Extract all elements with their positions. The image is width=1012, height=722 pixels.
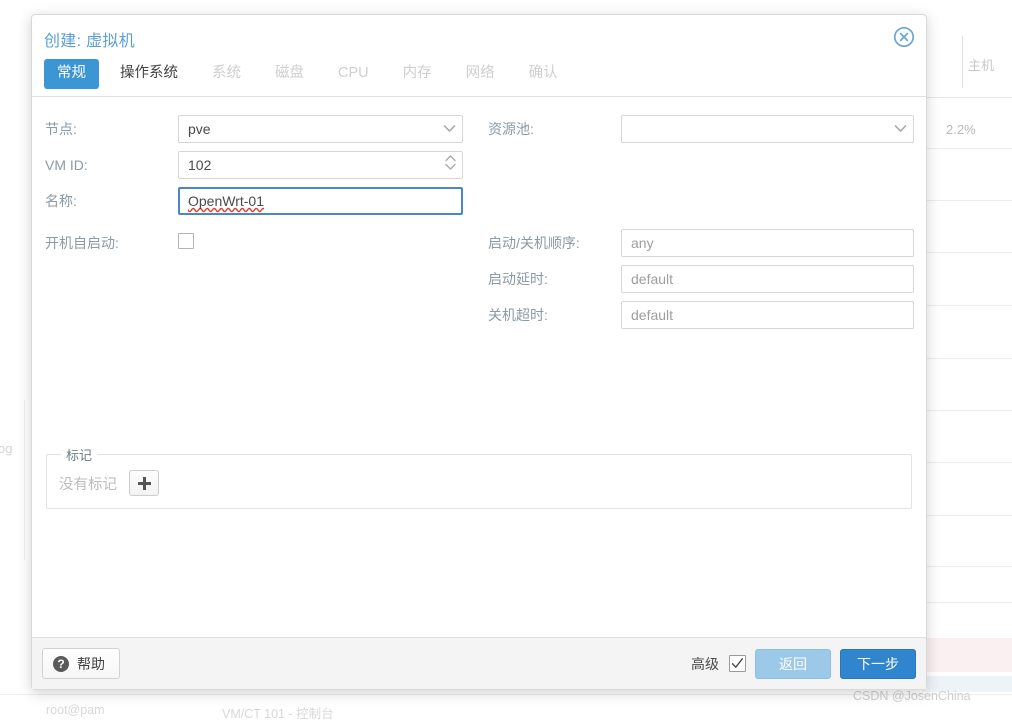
- dialog-tabs: 常规 操作系统 系统 磁盘 CPU 内存 网络 确认: [32, 59, 926, 97]
- tab-network: 网络: [453, 59, 508, 89]
- close-circle-icon[interactable]: [892, 25, 916, 49]
- node-label: 节点:: [44, 119, 178, 139]
- background-row-divider: [922, 252, 1012, 253]
- tab-system: 系统: [199, 59, 254, 89]
- tags-fieldset: 标记 没有标记: [46, 445, 912, 509]
- dialog-body: 节点: pve VM ID: 102: [32, 97, 926, 637]
- start-at-boot-checkbox[interactable]: [178, 233, 194, 249]
- advanced-label: 高级: [691, 654, 719, 674]
- tags-empty-text: 没有标记: [59, 473, 117, 494]
- help-button-label: 帮助: [77, 654, 105, 674]
- background-row-divider: [922, 200, 1012, 201]
- startup-delay-input[interactable]: default: [621, 265, 914, 293]
- name-input[interactable]: OpenWrt-01: [178, 187, 463, 215]
- general-fields-group: 节点: pve VM ID: 102: [44, 111, 914, 219]
- background-row-divider: [922, 462, 1012, 463]
- tags-row: 没有标记: [57, 468, 901, 498]
- advanced-fields-group: 开机自启动: 启动/关机顺序: any 启动延时: default: [44, 225, 914, 333]
- node-value[interactable]: pve: [178, 115, 463, 143]
- plus-icon: [138, 477, 151, 490]
- shutdown-timeout-field-wrap[interactable]: default: [621, 301, 914, 329]
- watermark: CSDN @JosenChina: [853, 689, 971, 703]
- back-button: 返回: [755, 649, 831, 679]
- general-left-column: 节点: pve VM ID: 102: [44, 111, 479, 219]
- field-row-start-order: 启动/关机顺序: any: [487, 225, 914, 261]
- tab-memory: 内存: [390, 59, 445, 89]
- name-field-wrap[interactable]: OpenWrt-01: [178, 187, 463, 215]
- vmid-spinner[interactable]: 102: [178, 151, 463, 179]
- vmid-value[interactable]: 102: [178, 151, 463, 179]
- background-left-divider: [24, 400, 25, 560]
- name-value: OpenWrt-01: [188, 193, 264, 209]
- field-row-name: 名称: OpenWrt-01: [44, 183, 463, 219]
- background-column-divider: [962, 36, 963, 88]
- start-order-input[interactable]: any: [621, 229, 914, 257]
- pool-label: 资源池:: [487, 119, 621, 139]
- advanced-left-column: 开机自启动:: [44, 225, 479, 333]
- pool-value[interactable]: [621, 115, 914, 143]
- tab-disks: 磁盘: [262, 59, 317, 89]
- field-row-vmid: VM ID: 102: [44, 147, 463, 183]
- background-cpu-value: 2.2%: [946, 122, 976, 137]
- tab-general[interactable]: 常规: [44, 59, 99, 89]
- tab-os[interactable]: 操作系统: [107, 59, 191, 89]
- pool-combobox[interactable]: [621, 115, 914, 143]
- field-row-node: 节点: pve: [44, 111, 463, 147]
- help-button[interactable]: ? 帮助: [42, 648, 120, 679]
- create-vm-dialog: 创建: 虚拟机 常规 操作系统 系统 磁盘 CPU 内存 网络 确认 节点: p…: [31, 14, 927, 690]
- footer-actions: 高级 返回 下一步: [691, 638, 916, 689]
- tags-legend: 标记: [61, 445, 97, 464]
- background-row-divider: [922, 515, 1012, 516]
- field-row-startup-delay: 启动延时: default: [487, 261, 914, 297]
- start-order-field-wrap[interactable]: any: [621, 229, 914, 257]
- node-combobox[interactable]: pve: [178, 115, 463, 143]
- next-button[interactable]: 下一步: [840, 649, 916, 679]
- question-circle-icon: ?: [53, 656, 69, 672]
- startup-delay-field-wrap[interactable]: default: [621, 265, 914, 293]
- background-row-divider: [922, 97, 1012, 98]
- background-row-divider: [922, 410, 1012, 411]
- dialog-footer: ? 帮助 高级 返回 下一步: [32, 637, 926, 689]
- dialog-title: 创建: 虚拟机: [44, 27, 135, 51]
- advanced-checkbox[interactable]: [729, 655, 746, 672]
- field-row-start-at-boot: 开机自启动:: [44, 225, 463, 261]
- background-row-divider: [922, 566, 1012, 567]
- shutdown-timeout-input[interactable]: default: [621, 301, 914, 329]
- background-error-row: [922, 638, 1012, 672]
- background-left-label: og: [0, 441, 12, 456]
- start-at-boot-control: [178, 233, 463, 254]
- start-at-boot-label: 开机自启动:: [44, 233, 178, 253]
- background-row-divider: [922, 148, 1012, 149]
- background-left-panel: [0, 0, 31, 694]
- background-row-divider: [922, 602, 1012, 603]
- tab-confirm: 确认: [516, 59, 571, 89]
- vmid-label: VM ID:: [44, 157, 178, 173]
- background-right-panel: [922, 0, 1012, 694]
- field-row-pool: 资源池:: [487, 111, 914, 147]
- start-order-label: 启动/关机顺序:: [487, 233, 621, 253]
- shutdown-timeout-label: 关机超时:: [487, 305, 621, 325]
- name-label: 名称:: [44, 191, 178, 211]
- field-row-shutdown-timeout: 关机超时: default: [487, 297, 914, 333]
- status-bar-user: root@pam: [46, 703, 105, 717]
- background-row-divider: [922, 305, 1012, 306]
- tab-cpu: CPU: [325, 59, 382, 89]
- status-bar-task: VM/CT 101 - 控制台: [222, 703, 334, 722]
- background-table-header: 主机: [968, 55, 994, 74]
- startup-delay-label: 启动延时:: [487, 269, 621, 289]
- add-tag-button[interactable]: [129, 470, 159, 496]
- background-row-divider: [922, 358, 1012, 359]
- general-right-column: 资源池:: [479, 111, 914, 219]
- advanced-right-column: 启动/关机顺序: any 启动延时: default 关机超时: default: [479, 225, 914, 333]
- dialog-header: 创建: 虚拟机: [32, 15, 926, 59]
